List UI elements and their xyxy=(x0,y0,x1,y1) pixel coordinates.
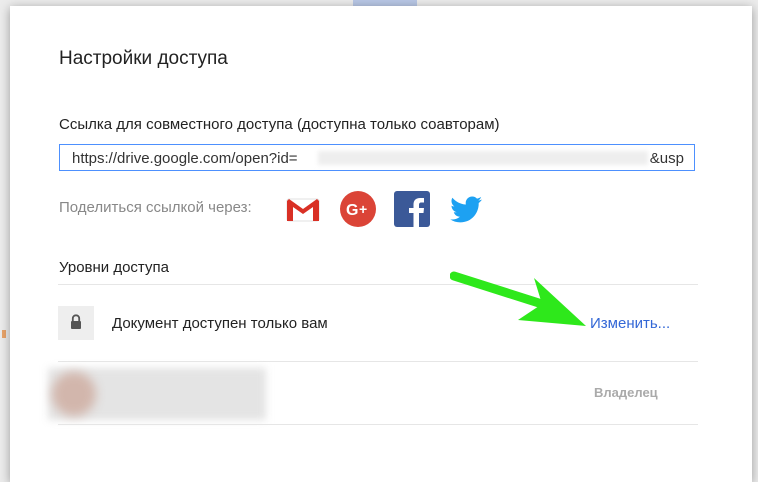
access-levels-label: Уровни доступа xyxy=(59,259,169,276)
avatar xyxy=(52,372,96,416)
share-link-suffix: &usp xyxy=(649,150,684,167)
svg-text:+: + xyxy=(359,201,367,217)
annotation-arrow-icon xyxy=(450,271,586,326)
access-status-text: Документ доступен только вам xyxy=(112,315,328,332)
share-link-label: Ссылка для совместного доступа (доступна… xyxy=(59,116,500,133)
owner-role-label: Владелец xyxy=(594,385,658,400)
google-plus-icon[interactable]: G + xyxy=(339,190,377,228)
share-link-field[interactable]: https://drive.google.com/open?id= &usp xyxy=(59,144,695,171)
dialog-title: Настройки доступа xyxy=(59,48,228,69)
svg-text:G: G xyxy=(346,202,358,219)
lock-icon xyxy=(71,314,81,329)
change-access-link[interactable]: Изменить... xyxy=(590,315,670,332)
sharing-settings-dialog: Настройки доступа Ссылка для совместного… xyxy=(10,6,752,482)
share-link-prefix: https://drive.google.com/open?id= xyxy=(72,150,298,167)
divider-bottom xyxy=(58,424,698,425)
background-mark xyxy=(2,330,6,338)
divider-top xyxy=(58,284,698,285)
share-link-redacted xyxy=(318,151,648,165)
lock-icon-box xyxy=(58,306,94,340)
twitter-icon[interactable] xyxy=(447,190,485,228)
share-via-label: Поделиться ссылкой через: xyxy=(59,199,252,216)
divider-middle xyxy=(58,361,698,362)
facebook-icon[interactable] xyxy=(393,190,431,228)
gmail-icon[interactable] xyxy=(284,190,322,228)
